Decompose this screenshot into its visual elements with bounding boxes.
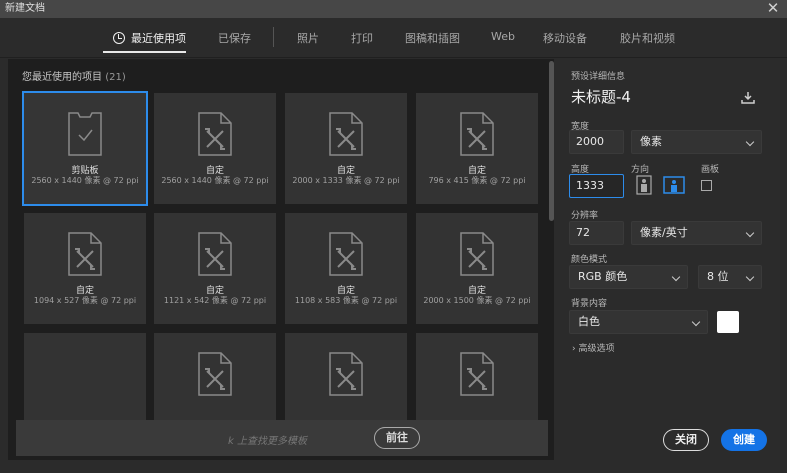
tab-print[interactable]: 打印: [351, 30, 373, 46]
clock-icon: [113, 32, 125, 44]
tab-mobile[interactable]: 移动设备: [543, 30, 587, 46]
custom-doc-icon: [329, 112, 363, 156]
tab-recent[interactable]: 最近使用项: [113, 30, 186, 46]
advanced-options-toggle[interactable]: › 高级选项: [572, 341, 615, 354]
card-info: 1121 x 542 像素 @ 72 ppi: [163, 296, 267, 305]
card-info: 2560 x 1440 像素 @ 72 ppi: [161, 176, 269, 185]
tab-film-video[interactable]: 胶片和视频: [620, 30, 675, 46]
chevron-down-icon: [745, 137, 755, 147]
go-button[interactable]: 前往: [374, 427, 420, 449]
category-tabs: 最近使用项 已保存 照片 打印 图稿和插图 Web 移动设备 胶片和视频: [0, 18, 787, 58]
tab-photo[interactable]: 照片: [297, 30, 319, 46]
custom-doc-icon: [460, 112, 494, 156]
artboard-checkbox[interactable]: [701, 180, 712, 191]
recent-card[interactable]: 自定 796 x 415 像素 @ 72 ppi: [416, 93, 538, 204]
card-info: 1108 x 583 像素 @ 72 ppi: [294, 296, 398, 305]
background-value: 白色: [578, 315, 600, 328]
chevron-down-icon: [691, 317, 701, 327]
orientation-label: 方向: [631, 165, 650, 175]
width-input[interactable]: 2000: [569, 130, 624, 154]
recent-scrollbar[interactable]: [549, 61, 554, 221]
bit-depth-select[interactable]: 8 位: [698, 265, 762, 289]
recent-card[interactable]: 自定 2000 x 1500 像素 @ 72 ppi: [416, 213, 538, 324]
tab-label: 最近使用项: [131, 32, 186, 45]
active-tab-indicator: [103, 51, 186, 53]
height-input[interactable]: 1333: [569, 174, 624, 198]
color-mode-value: RGB 颜色: [578, 270, 628, 283]
resolution-label: 分辨率: [571, 211, 599, 221]
custom-doc-icon: [460, 352, 494, 396]
card-info: 2000 x 1333 像素 @ 72 ppi: [292, 176, 400, 185]
color-mode-select[interactable]: RGB 颜色: [569, 265, 688, 289]
background-label: 背景内容: [571, 299, 608, 309]
close-window-icon[interactable]: ✕: [763, 1, 783, 17]
custom-doc-icon: [329, 232, 363, 276]
chevron-down-icon: [745, 228, 755, 238]
background-select[interactable]: 白色: [569, 310, 708, 334]
chevron-right-icon: ›: [572, 344, 576, 354]
tab-art-illustration[interactable]: 图稿和插图: [405, 30, 460, 46]
resolution-unit-value: 像素/英寸: [640, 226, 688, 239]
portrait-orientation-icon[interactable]: [635, 175, 653, 195]
custom-doc-icon: [198, 112, 232, 156]
custom-doc-icon: [329, 352, 363, 396]
color-mode-label: 颜色模式: [571, 255, 608, 265]
custom-doc-icon: [68, 232, 102, 276]
clipboard-doc-icon: [68, 112, 102, 156]
artboard-label: 画板: [701, 165, 720, 175]
width-unit-value: 像素: [640, 135, 662, 148]
recent-card[interactable]: 自定 2000 x 1333 像素 @ 72 ppi: [285, 93, 407, 204]
recent-card-clipboard[interactable]: 剪贴板 2560 x 1440 像素 @ 72 ppi: [22, 91, 148, 206]
custom-doc-icon: [198, 352, 232, 396]
recent-card[interactable]: 自定 1108 x 583 像素 @ 72 ppi: [285, 213, 407, 324]
width-unit-select[interactable]: 像素: [631, 130, 762, 154]
custom-doc-icon: [198, 232, 232, 276]
bit-depth-value: 8 位: [707, 270, 729, 283]
save-preset-icon[interactable]: [741, 92, 755, 104]
card-info: 796 x 415 像素 @ 72 ppi: [428, 176, 526, 185]
recent-count: (21): [105, 72, 126, 83]
recent-card[interactable]: 自定 1094 x 527 像素 @ 72 ppi: [24, 213, 146, 324]
chevron-down-icon: [745, 272, 755, 282]
recent-card[interactable]: 自定 1121 x 542 像素 @ 72 ppi: [154, 213, 276, 324]
card-info: 2000 x 1500 像素 @ 72 ppi: [423, 296, 531, 305]
landscape-orientation-icon[interactable]: [663, 175, 685, 195]
template-search-input[interactable]: k 上查找更多模板: [228, 432, 307, 447]
template-search-bar: k 上查找更多模板 前往: [16, 420, 548, 456]
preset-details-panel: 预设详细信息 未标题-4 宽度 2000 像素 高度 方向 画板 1333 分辨…: [555, 59, 787, 473]
document-name-input[interactable]: 未标题-4: [571, 86, 631, 107]
tab-saved[interactable]: 已保存: [218, 30, 251, 46]
recent-card[interactable]: 自定 2560 x 1440 像素 @ 72 ppi: [154, 93, 276, 204]
tab-divider: [273, 27, 274, 47]
preset-section-label: 预设详细信息: [571, 72, 626, 82]
card-info: 2560 x 1440 像素 @ 72 ppi: [31, 176, 139, 185]
close-button[interactable]: 关闭: [663, 429, 709, 451]
custom-doc-icon: [460, 232, 494, 276]
resolution-unit-select[interactable]: 像素/英寸: [631, 221, 762, 245]
resolution-input[interactable]: 72: [569, 221, 624, 245]
chevron-down-icon: [671, 272, 681, 282]
recent-header: 您最近使用的项目 (21): [22, 68, 126, 83]
card-info: 1094 x 527 像素 @ 72 ppi: [33, 296, 137, 305]
window-titlebar: 新建文档 ✕: [0, 0, 787, 18]
tab-web[interactable]: Web: [491, 30, 515, 43]
background-color-swatch[interactable]: [717, 311, 739, 333]
recent-title: 您最近使用的项目: [22, 72, 102, 83]
advanced-options-label: 高级选项: [578, 344, 615, 354]
recent-panel: 您最近使用的项目 (21) 剪贴板 2560 x 1440 像素 @ 72 pp…: [8, 59, 554, 460]
window-title: 新建文档: [5, 3, 45, 14]
create-button[interactable]: 创建: [721, 429, 767, 451]
